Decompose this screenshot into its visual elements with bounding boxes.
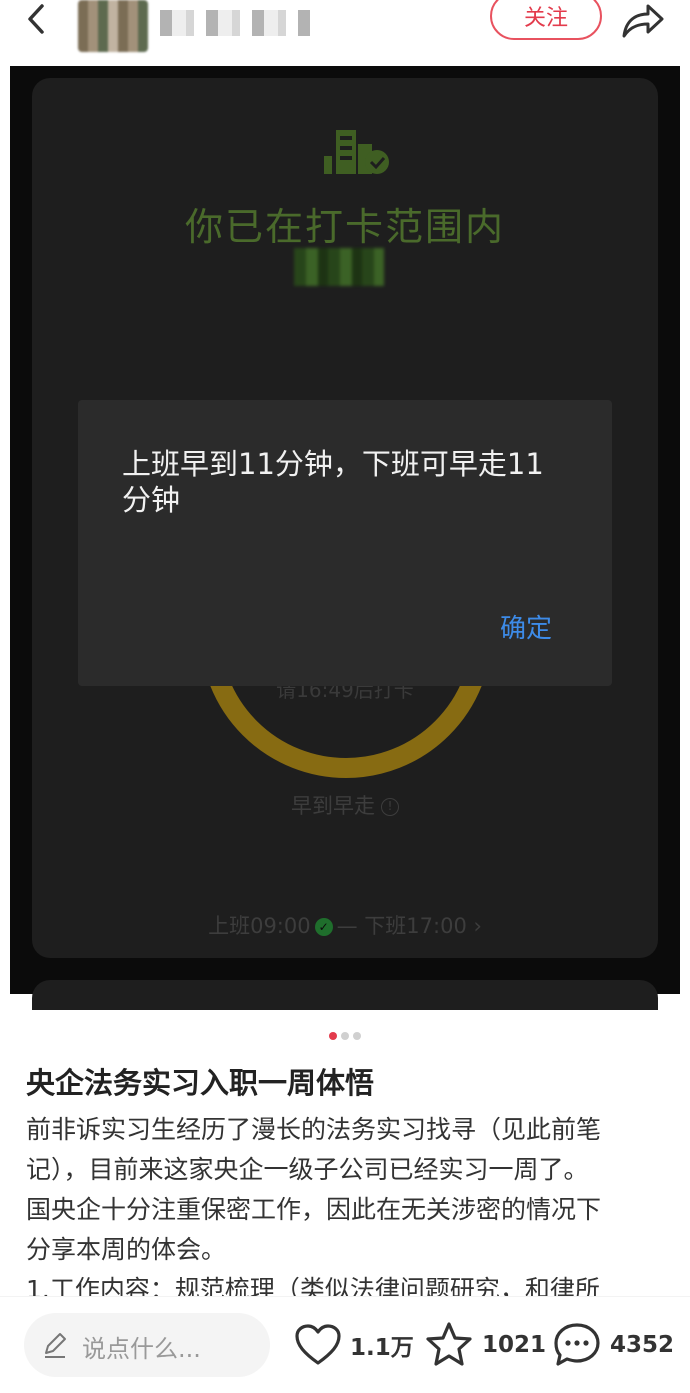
pager-dot-active[interactable]: [329, 1032, 337, 1040]
share-icon[interactable]: [618, 0, 666, 40]
pager-dot[interactable]: [353, 1032, 361, 1040]
comment-input[interactable]: 说点什么...: [24, 1313, 270, 1377]
follow-button[interactable]: 关注: [490, 0, 602, 40]
like-count: 1.1万: [350, 1335, 414, 1361]
post-title: 央企法务实习入职一周体悟: [26, 1066, 375, 1100]
pen-icon: [45, 1333, 66, 1358]
like-button[interactable]: 1.1万: [294, 1318, 414, 1372]
dialog-message: 上班早到11分钟，下班可早走11分钟: [122, 447, 544, 517]
comment-bubble-icon: [554, 1323, 600, 1366]
early-leave-text: 早到早走: [291, 794, 375, 818]
early-leave-label: 早到早走!: [32, 790, 658, 820]
comment-button[interactable]: 4352: [552, 1318, 674, 1372]
image-pager: [0, 1025, 690, 1044]
heart-icon: [295, 1324, 341, 1365]
author-avatar[interactable]: [78, 0, 148, 52]
back-arrow-icon[interactable]: [20, 2, 54, 36]
top-nav-bar: 关注: [0, 0, 690, 66]
favorite-count: 1021: [482, 1332, 547, 1358]
location-name-blurred: [294, 248, 384, 286]
post-line: 记），目前来这家央企一级子公司已经实习一周了。: [26, 1155, 589, 1184]
dialog-confirm-button[interactable]: 确定: [490, 604, 562, 649]
post-body: 前非诉实习生经历了漫长的法务实习找寻（见此前笔 记），目前来这家央企一级子公司已…: [26, 1110, 666, 1310]
office-building-check-icon: [324, 130, 389, 174]
chevron-right-icon: ›: [473, 914, 482, 938]
star-icon: [426, 1322, 472, 1366]
shift-times: 上班09:00 ✓ — 下班17:00 ›: [32, 910, 658, 940]
post-line: 前非诉实习生经历了漫长的法务实习找寻（见此前笔: [26, 1115, 602, 1144]
checkin-status-title: 你已在打卡范围内: [184, 205, 505, 249]
favorite-button[interactable]: 1021: [424, 1318, 546, 1372]
shift-end: 下班17:00: [364, 914, 467, 938]
alert-dialog: 上班早到11分钟，下班可早走11分钟 确定: [78, 400, 612, 686]
shift-separator: —: [336, 914, 358, 938]
check-icon: ✓: [314, 918, 333, 936]
comment-placeholder: 说点什么...: [82, 1335, 201, 1363]
info-icon: !: [381, 798, 399, 816]
post-line: 分享本周的体会。: [26, 1235, 227, 1264]
pager-dot[interactable]: [341, 1032, 349, 1040]
post-image[interactable]: 你已在打卡范围内 请16:49后打卡 早到早走! 上班09:00 ✓ — 下班17:…: [10, 66, 680, 1010]
next-card-edge: [32, 980, 658, 1010]
author-name-blurred[interactable]: [160, 10, 310, 36]
shift-start: 上班09:00: [208, 914, 311, 938]
post-line: 国央企十分注重保密工作，因此在无关涉密的情况下: [26, 1195, 602, 1224]
comment-count: 4352: [610, 1332, 675, 1358]
